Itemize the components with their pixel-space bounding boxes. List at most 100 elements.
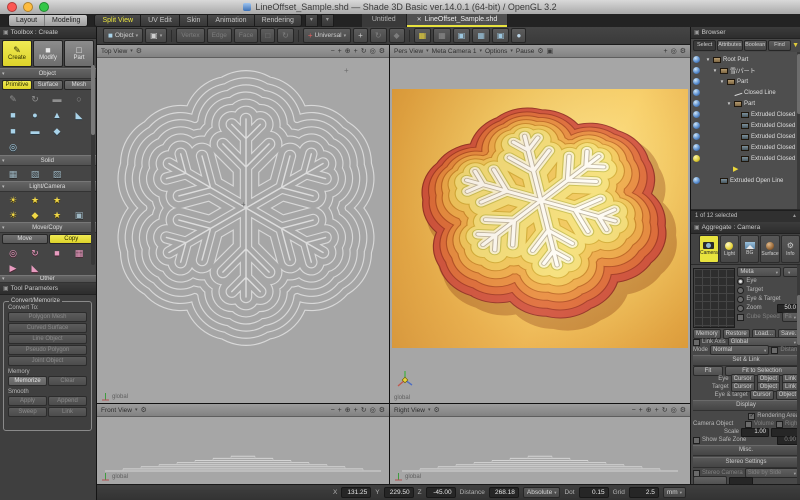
- rotate-view-icon[interactable]: ↻: [662, 406, 668, 414]
- distance-value[interactable]: 268.18: [489, 487, 519, 498]
- scale-copy-icon[interactable]: ■: [46, 246, 68, 260]
- render-flag-sphere[interactable]: [693, 144, 700, 151]
- memorize-button[interactable]: Memorize: [8, 376, 47, 386]
- coordinate-space-label[interactable]: global: [112, 394, 128, 400]
- magnify-icon[interactable]: ◎: [671, 47, 677, 55]
- smooth-sweep-button[interactable]: Sweep: [8, 407, 47, 417]
- modify-button[interactable]: ■Modify: [33, 40, 63, 67]
- rendering-area-checkbox[interactable]: ✓: [748, 413, 755, 420]
- vertex-mode-button[interactable]: Vertex: [176, 28, 204, 43]
- edge-mode-button[interactable]: Edge: [207, 28, 232, 43]
- convert-polygon-mesh-button[interactable]: Polygon Mesh: [8, 312, 87, 322]
- coordinate-space-label[interactable]: global: [405, 474, 421, 480]
- link-axis-checkbox[interactable]: [693, 339, 700, 346]
- render-region-icon[interactable]: ▣: [547, 47, 554, 55]
- filter-icon[interactable]: ▼: [792, 41, 799, 50]
- grid-snap-button[interactable]: ▦: [414, 28, 432, 43]
- right-view-canvas[interactable]: global: [390, 417, 690, 484]
- memory-button[interactable]: Memory: [693, 329, 721, 339]
- rotate-view-icon[interactable]: ↻: [361, 47, 367, 55]
- zoom-tool-icon[interactable]: ⊕: [345, 47, 351, 55]
- translate-copy-icon[interactable]: ◎: [2, 246, 24, 260]
- grid-display-button[interactable]: ▦: [433, 28, 451, 43]
- rotate-manipulator-button[interactable]: ↻: [370, 28, 387, 43]
- workspace-add-button[interactable]: ▾: [321, 14, 334, 27]
- tree-row[interactable]: ▼Part: [703, 98, 797, 109]
- zoom-radio[interactable]: [737, 305, 744, 312]
- lasso-select-button[interactable]: ↻: [277, 28, 294, 43]
- tab-animation[interactable]: Animation: [208, 14, 254, 27]
- array-copy-icon[interactable]: ▦: [68, 246, 90, 260]
- pers-view-canvas[interactable]: global: [390, 58, 690, 404]
- part-button[interactable]: □Part: [64, 40, 94, 67]
- y-coordinate[interactable]: 229.50: [384, 487, 414, 498]
- shear-copy-icon[interactable]: ◣: [24, 261, 46, 275]
- tab-attributes[interactable]: Attributes: [717, 40, 742, 51]
- zoom-in-icon[interactable]: +: [639, 407, 643, 414]
- zoom-tool-icon[interactable]: ⊕: [646, 406, 652, 414]
- dot-value[interactable]: 0.15: [579, 487, 609, 498]
- tree-cursor-row[interactable]: ▶: [703, 164, 797, 175]
- volume-checkbox[interactable]: [745, 421, 752, 428]
- mode-select[interactable]: Normal▾: [710, 345, 769, 355]
- distant-light-icon[interactable]: ★: [46, 193, 68, 207]
- torus-tool-icon[interactable]: ◎: [2, 140, 24, 154]
- rotate-copy-icon[interactable]: ↻: [24, 246, 46, 260]
- disclosure-icon[interactable]: ▼: [719, 79, 725, 84]
- tab-find[interactable]: Find: [768, 40, 791, 51]
- copy-button[interactable]: Copy: [49, 234, 95, 244]
- top-view-canvas[interactable]: + + global: [97, 58, 389, 404]
- move-button[interactable]: Move: [2, 234, 48, 244]
- cone-tool-icon[interactable]: ▲: [46, 108, 68, 122]
- coordinate-mode-select[interactable]: Absolute▾: [523, 487, 561, 498]
- tree-row[interactable]: ▼雪/パート: [703, 65, 797, 76]
- fit-button[interactable]: Fit: [693, 366, 723, 376]
- pan-icon[interactable]: +: [354, 48, 358, 55]
- cylinder-tool-icon[interactable]: ▬: [24, 124, 46, 138]
- marquee-select-button[interactable]: □: [260, 28, 275, 43]
- pan-icon[interactable]: +: [354, 407, 358, 414]
- pers-viewport[interactable]: Pers View▾ Meta Camera 1▾ Options▾ Pause…: [390, 45, 690, 403]
- tab-skin[interactable]: Skin: [180, 14, 209, 27]
- move-copy-section-header[interactable]: ▾Move/Copy: [0, 222, 96, 233]
- target-radio[interactable]: [737, 287, 744, 294]
- coordinate-space-label[interactable]: global: [112, 474, 128, 480]
- viewport-label[interactable]: Top View: [101, 48, 127, 55]
- viewport-label[interactable]: Right View: [394, 407, 425, 414]
- front-viewport[interactable]: Front View ▾ ⚙ − + ⊕ + ↻ ◎ ⚙ global: [97, 403, 390, 484]
- zoom-out-icon[interactable]: −: [632, 407, 636, 414]
- x-coordinate[interactable]: 131.25: [341, 487, 371, 498]
- tab-info[interactable]: ⚙Info: [781, 235, 800, 263]
- light-camera-section-header[interactable]: ▾Light/Camera: [0, 181, 96, 192]
- disclosure-icon[interactable]: ▼: [705, 57, 711, 62]
- mirror-copy-icon[interactable]: ▶: [2, 261, 24, 275]
- circle-tool-icon[interactable]: ○: [68, 92, 90, 106]
- tab-light[interactable]: Light: [720, 235, 739, 263]
- quad-view-button[interactable]: ▦: [472, 28, 490, 43]
- face-mode-button[interactable]: Face: [234, 28, 258, 43]
- tab-modeling[interactable]: Modeling: [44, 15, 87, 26]
- doc-tab-untitled[interactable]: Untitled: [362, 14, 407, 27]
- tree-row[interactable]: Extruded Closed: [703, 131, 797, 142]
- tree-row[interactable]: Extruded Closed: [703, 153, 797, 164]
- toolbox-scrollbar[interactable]: [91, 65, 95, 265]
- camera-tool-icon[interactable]: ▣: [68, 208, 90, 222]
- doc-tab-active[interactable]: ✕LineOffset_Sample.shd: [407, 14, 509, 27]
- rotate-view-icon[interactable]: ↻: [361, 406, 367, 414]
- object-mode-button[interactable]: ■Object▾: [103, 28, 143, 43]
- create-button[interactable]: ✎Create: [2, 40, 32, 67]
- render-flag-sphere[interactable]: [693, 111, 700, 118]
- tree-row[interactable]: Extruded Closed: [703, 109, 797, 120]
- render-flag-sphere[interactable]: [693, 100, 700, 107]
- render-flag-sphere[interactable]: [693, 67, 700, 74]
- eyetarget-object-button[interactable]: Object: [776, 390, 799, 400]
- single-view-button[interactable]: ▣: [453, 28, 471, 43]
- collapse-panel-icon[interactable]: ▲: [792, 211, 797, 222]
- right-viewport[interactable]: Right View ▾ ⚙ − + ⊕ + ↻ ◎ ⚙ global: [390, 403, 690, 484]
- zoom-in-icon[interactable]: +: [338, 48, 342, 55]
- tab-layout[interactable]: Layout: [9, 15, 44, 26]
- disc-tool-icon[interactable]: ◆: [46, 124, 68, 138]
- area-light-icon[interactable]: ◆: [24, 208, 46, 222]
- view-settings-icon[interactable]: ⚙: [379, 47, 385, 55]
- close-tab-icon[interactable]: ✕: [417, 17, 422, 23]
